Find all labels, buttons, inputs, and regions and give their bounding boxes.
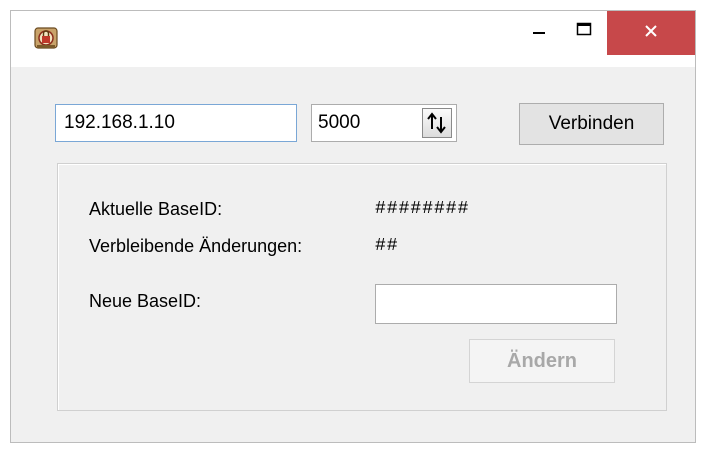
up-down-arrows-icon [423, 112, 451, 141]
network-lock-icon [33, 25, 59, 51]
maximize-icon [576, 22, 592, 41]
port-spinbox[interactable] [311, 104, 457, 142]
port-spin-button[interactable] [422, 108, 452, 138]
close-button[interactable] [607, 11, 695, 55]
change-button[interactable]: Ändern [469, 339, 615, 383]
close-icon [643, 23, 659, 44]
remaining-changes-value: ## [375, 236, 399, 256]
minimize-icon [532, 22, 546, 41]
current-baseid-value: ######## [375, 199, 470, 219]
title-bar[interactable] [11, 11, 695, 67]
maximize-button[interactable] [561, 11, 607, 51]
ip-address-input[interactable] [55, 104, 297, 142]
connect-button[interactable]: Verbinden [519, 103, 664, 145]
app-window: Verbinden Aktuelle BaseID: ######## Verb… [10, 10, 696, 443]
new-baseid-input[interactable] [375, 284, 617, 324]
new-baseid-label: Neue BaseID: [89, 291, 202, 311]
port-input[interactable] [312, 105, 424, 141]
minimize-button[interactable] [517, 11, 561, 51]
current-baseid-label: Aktuelle BaseID: [89, 199, 223, 219]
remaining-changes-label: Verbleibende Änderungen: [89, 236, 303, 256]
